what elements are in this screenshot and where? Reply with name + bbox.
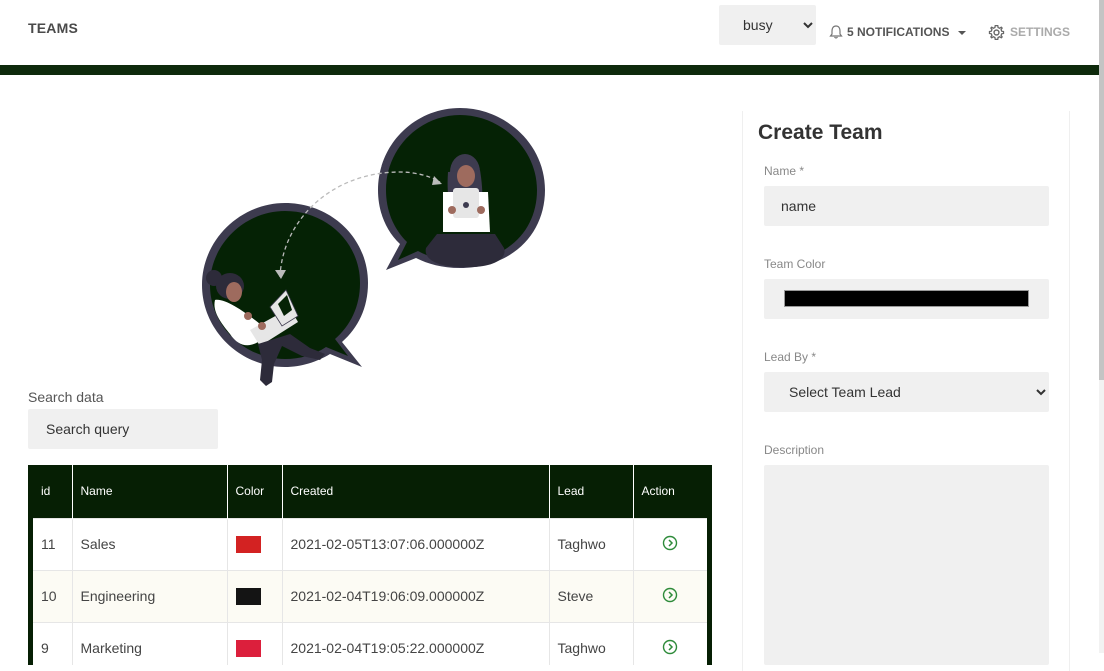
cell-lead: Steve	[548, 569, 633, 622]
lead-by-label: Lead By *	[764, 350, 817, 364]
teams-table-container: id Name Color Created Lead Action 11 Sal…	[28, 465, 712, 665]
cell-created: 2021-02-04T19:05:22.000000Z	[281, 621, 549, 665]
team-color-input[interactable]	[764, 279, 1049, 319]
cell-lead: Taghwo	[548, 621, 633, 665]
team-color-label: Team Color	[764, 257, 826, 271]
cell-id: 10	[33, 569, 72, 622]
color-swatch	[235, 587, 261, 605]
teams-chat-illustration	[202, 108, 545, 386]
cell-id: 11	[33, 517, 72, 570]
table-row: 10 Engineering 2021-02-04T19:06:09.00000…	[33, 569, 707, 622]
chevron-right-circle-icon[interactable]	[662, 639, 678, 655]
notifications-label: 5 NOTIFICATIONS	[847, 25, 950, 39]
top-navbar: TEAMS busy 5 NOTIFICATIONS SETTINGS	[0, 0, 1104, 65]
header-accent-bar	[0, 65, 1099, 75]
header-lead[interactable]: Lead	[548, 465, 633, 518]
cell-id: 9	[33, 621, 72, 665]
cell-color	[226, 621, 282, 665]
team-name-input[interactable]	[764, 186, 1049, 226]
cell-action	[632, 517, 707, 570]
cell-name: Sales	[71, 517, 227, 570]
team-lead-select[interactable]: Select Team Lead	[764, 372, 1049, 412]
cell-action	[632, 569, 707, 622]
cell-color	[226, 517, 282, 570]
cell-lead: Taghwo	[548, 517, 633, 570]
bell-icon	[829, 25, 843, 39]
cell-name: Engineering	[71, 569, 227, 622]
cell-created: 2021-02-04T19:06:09.000000Z	[281, 569, 549, 622]
color-swatch	[235, 535, 261, 553]
header-id[interactable]: id	[33, 465, 72, 518]
teams-table: id Name Color Created Lead Action 11 Sal…	[33, 465, 707, 665]
brand-title[interactable]: TEAMS	[28, 20, 78, 36]
settings-label: SETTINGS	[1010, 25, 1071, 39]
cell-created: 2021-02-05T13:07:06.000000Z	[281, 517, 549, 570]
header-color[interactable]: Color	[226, 465, 282, 518]
chevron-right-circle-icon[interactable]	[662, 535, 678, 551]
color-swatch	[235, 640, 261, 658]
caret-down-icon	[958, 30, 967, 35]
table-header-row: id Name Color Created Lead Action	[33, 465, 707, 518]
gear-icon	[988, 24, 1005, 40]
chevron-right-circle-icon[interactable]	[662, 587, 678, 603]
description-textarea[interactable]	[764, 465, 1049, 665]
table-row: 9 Marketing 2021-02-04T19:05:22.000000Z …	[33, 621, 707, 665]
notifications-link[interactable]: 5 NOTIFICATIONS	[828, 22, 967, 42]
name-label: Name *	[764, 164, 805, 178]
create-team-title: Create Team	[758, 121, 883, 144]
header-created[interactable]: Created	[281, 465, 549, 518]
table-row: 11 Sales 2021-02-05T13:07:06.000000Z Tag…	[33, 517, 707, 570]
header-name[interactable]: Name	[71, 465, 227, 518]
settings-link[interactable]: SETTINGS	[988, 22, 1070, 42]
description-label: Description	[764, 443, 825, 457]
header-action[interactable]: Action	[632, 465, 707, 518]
cell-color	[226, 569, 282, 622]
scrollbar-thumb[interactable]	[1099, 0, 1104, 380]
cell-action	[632, 621, 707, 665]
search-input[interactable]	[28, 409, 218, 449]
status-select[interactable]: busy	[719, 5, 816, 45]
create-team-panel: Create Team Name * Team Color Lead By * …	[742, 111, 1070, 671]
search-label: Search data	[28, 389, 104, 405]
team-color-swatch	[784, 290, 1029, 307]
cell-name: Marketing	[71, 621, 227, 665]
